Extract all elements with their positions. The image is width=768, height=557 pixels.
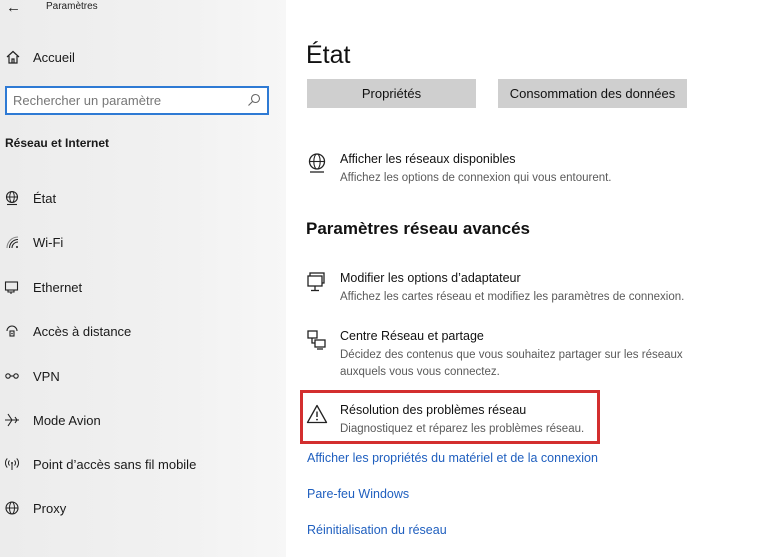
sidebar-item-label: Mode Avion xyxy=(33,413,101,428)
sidebar-item-label: État xyxy=(33,191,57,206)
advanced-settings-title: Paramètres réseau avancés xyxy=(306,219,530,238)
sidebar-item-label: VPN xyxy=(33,369,60,384)
app-title: Paramètres xyxy=(46,1,98,12)
globe-status-icon xyxy=(5,190,19,206)
home-icon xyxy=(6,50,20,64)
sharing-center-icon xyxy=(307,330,326,350)
hotspot-icon xyxy=(5,458,19,470)
adapter-monitor-icon xyxy=(307,272,325,292)
sidebar-item-etat[interactable]: État xyxy=(0,183,286,213)
network-sharing-center-link[interactable]: Centre Réseau et partage Décidez des con… xyxy=(306,329,746,385)
proxy-globe-icon xyxy=(5,501,19,515)
available-networks-link[interactable]: Afficher les réseaux disponibles Affiche… xyxy=(306,152,746,192)
wifi-icon xyxy=(6,236,19,249)
title-bar: ← Paramètres xyxy=(0,0,286,20)
airplane-icon xyxy=(5,413,19,427)
network-sharing-center-title: Centre Réseau et partage xyxy=(340,329,484,343)
sidebar-item-label: Wi-Fi xyxy=(33,235,64,250)
sidebar-item-vpn[interactable]: VPN xyxy=(0,361,286,391)
network-globe-icon xyxy=(308,153,326,173)
sidebar-item-label: Point d’accès sans fil mobile xyxy=(33,457,197,472)
data-usage-button[interactable]: Consommation des données xyxy=(498,79,687,108)
ethernet-icon xyxy=(4,281,19,294)
search-box[interactable] xyxy=(5,86,269,115)
sidebar-item-hotspot[interactable]: Point d’accès sans fil mobile xyxy=(0,449,286,479)
properties-button[interactable]: Propriétés xyxy=(307,79,476,108)
section-title: Réseau et Internet xyxy=(5,136,110,150)
search-input[interactable] xyxy=(7,88,237,113)
available-networks-title: Afficher les réseaux disponibles xyxy=(340,152,516,166)
adapter-options-desc: Affichez les cartes réseau et modifiez l… xyxy=(340,291,685,303)
sidebar-item-wifi[interactable]: Wi-Fi xyxy=(0,227,286,257)
home-label: Accueil xyxy=(33,50,75,65)
network-sharing-center-desc: Décidez des contenus que vous souhaitez … xyxy=(340,349,683,378)
vpn-icon xyxy=(5,373,19,379)
sidebar-item-airplane[interactable]: Mode Avion xyxy=(0,405,286,435)
sidebar-item-label: Ethernet xyxy=(33,280,83,295)
home-link[interactable]: Accueil xyxy=(0,46,286,70)
main-content: État Propriétés Consommation des données… xyxy=(286,0,768,557)
network-reset-link[interactable]: Réinitialisation du réseau xyxy=(307,523,447,537)
hardware-properties-link[interactable]: Afficher les propriétés du matériel et d… xyxy=(307,451,598,465)
available-networks-desc: Affichez les options de connexion qui vo… xyxy=(340,172,612,184)
windows-firewall-link[interactable]: Pare-feu Windows xyxy=(307,487,409,501)
sidebar-item-proxy[interactable]: Proxy xyxy=(0,493,286,523)
adapter-options-title: Modifier les options d’adaptateur xyxy=(340,271,521,285)
dialup-icon xyxy=(6,325,18,337)
adapter-options-link[interactable]: Modifier les options d’adaptateur Affich… xyxy=(306,271,746,311)
sidebar: ← Paramètres Accueil Réseau et Internet … xyxy=(0,0,286,557)
sidebar-item-label: Proxy xyxy=(33,501,67,516)
back-arrow-icon[interactable]: ← xyxy=(6,0,21,16)
page-title: État xyxy=(306,41,351,69)
search-icon[interactable] xyxy=(247,93,261,107)
sidebar-item-label: Accès à distance xyxy=(33,324,132,339)
highlight-box xyxy=(300,390,600,444)
sidebar-item-dialup[interactable]: Accès à distance xyxy=(0,316,286,346)
sidebar-item-ethernet[interactable]: Ethernet xyxy=(0,272,286,302)
